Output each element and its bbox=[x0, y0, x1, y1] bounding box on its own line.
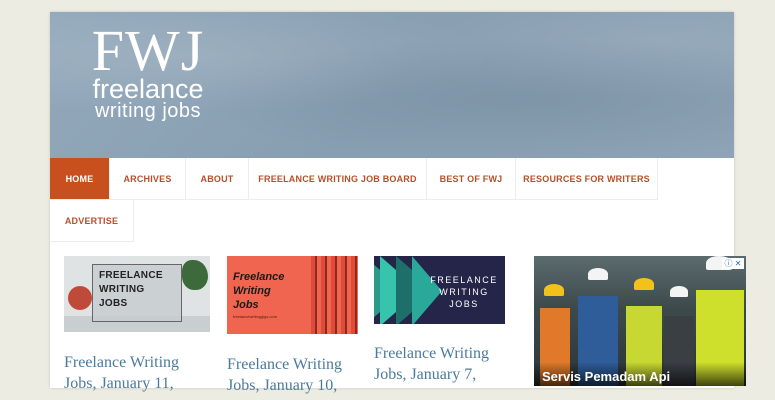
nav-item-best-of-fwj[interactable]: BEST OF FWJ bbox=[427, 158, 516, 200]
helmet-shape bbox=[634, 278, 654, 290]
post-title-line: Jobs, January 11, bbox=[64, 375, 174, 392]
thumb-url-text: freelancewritinggigs.com bbox=[233, 314, 278, 319]
post-title-line: Freelance Writing bbox=[227, 356, 343, 373]
thumbnail-card: Freelance Writing Jobs bbox=[233, 270, 313, 312]
post-thumbnail[interactable]: Freelance Writing Jobs freelancewritingg… bbox=[227, 256, 358, 334]
helmet-shape bbox=[670, 286, 688, 297]
site-logo[interactable]: FWJ freelance writing jobs bbox=[78, 18, 218, 123]
thumb-text: WRITING bbox=[439, 287, 489, 297]
nav-item-advertise[interactable]: ADVERTISE bbox=[50, 200, 134, 242]
thumb-text: FREELANCE bbox=[99, 270, 163, 281]
decor-shape bbox=[68, 286, 92, 310]
post-thumbnail[interactable]: FREELANCE WRITING JOBS bbox=[374, 256, 505, 324]
thumb-text: WRITING bbox=[99, 284, 145, 295]
nav-item-about[interactable]: ABOUT bbox=[186, 158, 249, 200]
ad-caption-text: Servis Pemadam Api bbox=[542, 369, 671, 384]
post-title-line: Freelance Writing bbox=[64, 354, 180, 371]
stripe-pattern bbox=[311, 256, 358, 334]
adchoices-icon[interactable]: ⓘ ✕ bbox=[722, 258, 744, 269]
post-title-link[interactable]: Freelance Writing Jobs, January 7, bbox=[374, 343, 524, 385]
main-navigation: HOME ARCHIVES ABOUT FREELANCE WRITING JO… bbox=[50, 158, 734, 242]
plant-shape bbox=[182, 260, 208, 290]
nav-row-1: HOME ARCHIVES ABOUT FREELANCE WRITING JO… bbox=[50, 158, 658, 200]
thumbnail-card: FREELANCE WRITING JOBS bbox=[92, 264, 182, 322]
thumb-text: Jobs bbox=[233, 299, 259, 311]
helmet-shape bbox=[588, 268, 608, 280]
nav-item-job-board[interactable]: FREELANCE WRITING JOB BOARD bbox=[249, 158, 427, 200]
post-title-line: Jobs, January 10, bbox=[227, 377, 338, 394]
site-header: FWJ freelance writing jobs bbox=[50, 12, 734, 158]
post-title-link[interactable]: Freelance Writing Jobs, January 10, bbox=[227, 354, 377, 396]
thumb-text: Writing bbox=[233, 285, 271, 297]
ad-caption: Servis Pemadam Api bbox=[534, 362, 746, 386]
helmet-shape bbox=[544, 284, 564, 296]
thumb-text: JOBS bbox=[99, 298, 128, 309]
post-title-line: Jobs, January 7, bbox=[374, 366, 477, 383]
advertisement-banner[interactable]: Servis Pemadam Api ⓘ ✕ bbox=[534, 256, 746, 386]
post-thumbnail[interactable]: FREELANCE WRITING JOBS bbox=[64, 256, 210, 332]
nav-item-archives[interactable]: ARCHIVES bbox=[110, 158, 186, 200]
post-title-link[interactable]: Freelance Writing Jobs, January 11, bbox=[64, 352, 214, 394]
thumbnail-card: FREELANCE WRITING JOBS bbox=[426, 274, 502, 310]
logo-line-2: writing jobs bbox=[94, 100, 202, 122]
thumb-text: JOBS bbox=[449, 299, 479, 309]
logo-line-1: freelance bbox=[92, 74, 204, 104]
thumb-text: FREELANCE bbox=[430, 275, 498, 285]
thumb-text: Freelance bbox=[233, 271, 285, 283]
post-title-line: Freelance Writing bbox=[374, 345, 490, 362]
nav-row-2: ADVERTISE bbox=[50, 200, 134, 242]
nav-item-resources[interactable]: RESOURCES FOR WRITERS bbox=[516, 158, 658, 200]
nav-item-home[interactable]: HOME bbox=[50, 158, 110, 200]
logo-abbr: FWJ bbox=[91, 18, 205, 83]
